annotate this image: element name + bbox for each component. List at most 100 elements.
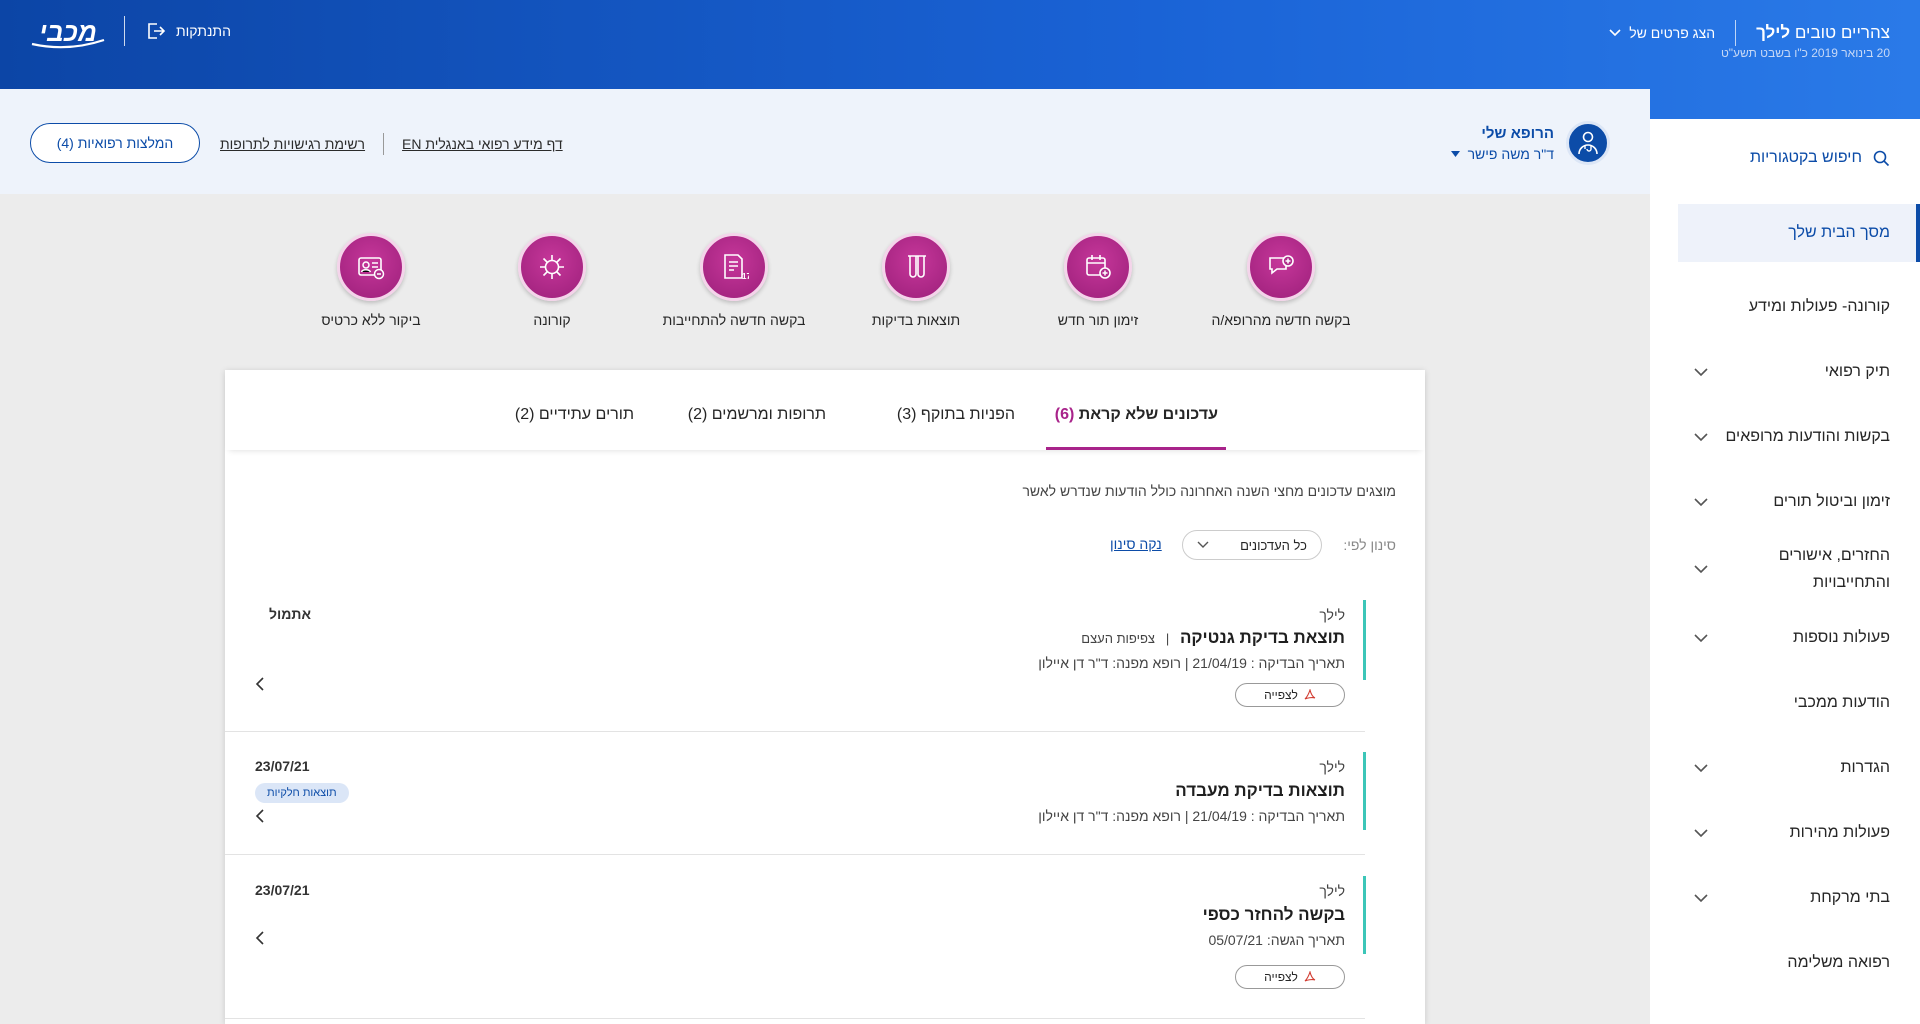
- member-select[interactable]: הצג פרטים של: [1609, 25, 1715, 41]
- sidebar-item-appointments[interactable]: זימון וביטול תורים: [1678, 482, 1920, 522]
- update-meta: תאריך הבדיקה : 21/04/19 | רופא מפנה: ד"ר…: [1038, 655, 1345, 671]
- sidebar-item-settings[interactable]: הגדרות: [1678, 748, 1920, 788]
- header-separator: [1735, 20, 1737, 46]
- chevron-down-icon: [1694, 828, 1708, 837]
- sidebar-item-messages[interactable]: הודעות ממכבי: [1678, 683, 1920, 723]
- chevron-down-icon: [1694, 763, 1708, 772]
- tabs-bar: עדכונים שלא קראת (6) הפניות בתוקף (3) תר…: [225, 370, 1425, 450]
- caret-down-icon: [1450, 150, 1460, 157]
- calendar-plus-icon: [1086, 255, 1111, 279]
- search-icon: [1873, 150, 1890, 167]
- doctor-title: הרופא שלי: [1481, 124, 1554, 142]
- pdf-icon: [1304, 971, 1316, 982]
- svg-text:17: 17: [742, 272, 749, 281]
- view-pdf-button[interactable]: לצפייה: [1235, 683, 1345, 707]
- english-info-link[interactable]: דף מידע רפואי באנגלית EN: [402, 136, 563, 152]
- feed-subtitle: מוצגים עדכונים מחצי השנה האחרונה כולל הו…: [1022, 483, 1396, 499]
- svg-text:מכבי: מכבי: [39, 17, 97, 47]
- view-pdf-button[interactable]: לצפייה: [1235, 965, 1345, 989]
- update-item[interactable]: לילך תוצאת בדיקת גנטיקה | צפיפות העצם תא…: [225, 600, 1366, 730]
- my-doctor[interactable]: הרופא שלי ד"ר משה פישר: [1450, 121, 1610, 165]
- update-meta: תאריך הבדיקה : 21/04/19 | רופא מפנה: ד"ר…: [1038, 808, 1345, 824]
- chevron-down-icon: [1609, 29, 1621, 37]
- chevron-down-icon: [1694, 432, 1708, 441]
- update-patient: לילך: [1319, 759, 1345, 775]
- action-corona[interactable]: קורונה: [452, 233, 652, 328]
- action-visit-without-card[interactable]: ביקור ללא כרטיס: [271, 233, 471, 328]
- quick-links: דף מידע רפואי באנגלית EN רשימת רגישויות …: [220, 133, 563, 155]
- doctor-name-select[interactable]: ד"ר משה פישר: [1450, 146, 1554, 162]
- greeting: צהריים טובים לילך: [1756, 23, 1890, 42]
- update-patient: לילך: [1319, 607, 1345, 623]
- test-tubes-icon: [908, 255, 926, 278]
- update-meta: תאריך הגשה: 05/07/21: [1208, 932, 1345, 948]
- sidebar-item-corona[interactable]: קורונה- פעולות ומידע: [1678, 287, 1920, 327]
- sidebar-item-home[interactable]: מסך הבית שלך: [1678, 204, 1920, 262]
- active-tab-indicator: [1046, 447, 1226, 450]
- doctor-avatar: [1566, 121, 1610, 165]
- update-item[interactable]: לילך תוצאות בדיקת מעבדה תאריך הבדיקה : 2…: [225, 752, 1366, 852]
- item-divider: [225, 854, 1365, 855]
- chevron-down-icon: [1694, 893, 1708, 902]
- document-17-icon: 17: [724, 254, 749, 281]
- sidebar: חיפוש בקטגוריות מסך הבית שלך קורונה- פעו…: [1650, 119, 1920, 1024]
- update-title: בקשה להחזר כספי: [1202, 905, 1345, 924]
- update-date: אתמול: [269, 606, 311, 622]
- item-divider: [225, 731, 1365, 732]
- sidebar-item-complementary[interactable]: רפואה משלימה: [1678, 943, 1920, 983]
- update-date: 23/07/21: [255, 882, 310, 898]
- tab-unread-updates[interactable]: עדכונים שלא קראת (6): [1055, 406, 1218, 424]
- chevron-left-icon[interactable]: [255, 676, 265, 697]
- sidebar-item-quick-actions[interactable]: פעולות מהירות: [1678, 813, 1920, 853]
- sidebar-item-doctor-requests[interactable]: בקשות והודעות מרופאים: [1678, 417, 1920, 457]
- chevron-down-icon: [1694, 367, 1708, 376]
- action-test-results[interactable]: תוצאות בדיקות: [816, 233, 1016, 328]
- sidebar-item-more-actions[interactable]: פעולות נוספות: [1678, 618, 1920, 658]
- tab-medications[interactable]: תרופות ומרשמים (2): [688, 406, 826, 424]
- tab-future-appointments[interactable]: תורים עתידיים (2): [515, 406, 634, 424]
- filter-dropdown[interactable]: כל העדכונים: [1182, 530, 1322, 560]
- update-item[interactable]: לילך בקשה להחזר כספי תאריך הגשה: 05/07/2…: [225, 876, 1366, 996]
- chevron-left-icon[interactable]: [255, 808, 265, 829]
- update-title: תוצאות בדיקת מעבדה: [1175, 781, 1345, 800]
- unread-indicator: [1363, 876, 1366, 954]
- chevron-left-icon[interactable]: [255, 930, 265, 951]
- chat-plus-icon: [1269, 255, 1294, 275]
- updates-card: עדכונים שלא קראת (6) הפניות בתוקף (3) תר…: [225, 370, 1425, 1024]
- sidebar-item-medical-file[interactable]: תיק רפואי: [1678, 352, 1920, 392]
- category-search[interactable]: חיפוש בקטגוריות: [1750, 149, 1890, 167]
- logout-icon: [148, 23, 166, 39]
- greeting-area: צהריים טובים לילך הצג פרטים של: [1609, 20, 1890, 46]
- filter-label: סינון לפי:: [1343, 537, 1396, 553]
- doctor-icon: [1578, 131, 1598, 155]
- pdf-icon: [1304, 689, 1316, 700]
- unread-indicator: [1363, 752, 1366, 830]
- recommendations-button[interactable]: המלצות רפואיות (4): [30, 123, 200, 163]
- quick-actions: בקשה חדשה מהרופא/ה זימון תור חדש תוצאות …: [0, 233, 1650, 333]
- chevron-down-icon: [1197, 541, 1209, 548]
- update-patient: לילך: [1319, 883, 1345, 899]
- chevron-down-icon: [1694, 633, 1708, 642]
- update-date: 23/07/21: [255, 758, 310, 774]
- maccabi-logo[interactable]: מכבי: [28, 14, 108, 50]
- logout-button[interactable]: התנתקות: [146, 22, 231, 40]
- sensitivities-link[interactable]: רשימת רגישויות לתרופות: [220, 136, 365, 152]
- update-title: תוצאת בדיקת גנטיקה | צפיפות העצם: [1081, 628, 1345, 647]
- virus-icon: [540, 255, 564, 279]
- header-date: 20 בינואר 2019 כ"ו בשבט תשע"ט: [1720, 46, 1890, 60]
- item-divider: [225, 1018, 1365, 1019]
- status-badge: תוצאות חלקיות: [255, 783, 349, 803]
- action-new-doctor-request[interactable]: בקשה חדשה מהרופא/ה: [1181, 233, 1381, 328]
- action-new-appointment[interactable]: זימון תור חדש: [998, 233, 1198, 328]
- tab-valid-referrals[interactable]: הפניות בתוקף (3): [897, 406, 1015, 424]
- sidebar-item-refunds[interactable]: החזרים, אישורים והתחייבויות: [1678, 539, 1920, 599]
- action-new-commitment-request[interactable]: 17 בקשה חדשה להתחייבות: [634, 233, 834, 328]
- logo-separator: [124, 16, 125, 46]
- chevron-down-icon: [1694, 497, 1708, 506]
- sidebar-item-pharmacies[interactable]: בתי מרקחת: [1678, 878, 1920, 918]
- user-name: לילך: [1756, 23, 1791, 42]
- clear-filter-link[interactable]: נקה סינון: [1110, 536, 1162, 552]
- chevron-down-icon: [1694, 564, 1708, 573]
- unread-indicator: [1363, 600, 1366, 680]
- update-subtitle: | צפיפות העצם: [1081, 631, 1170, 646]
